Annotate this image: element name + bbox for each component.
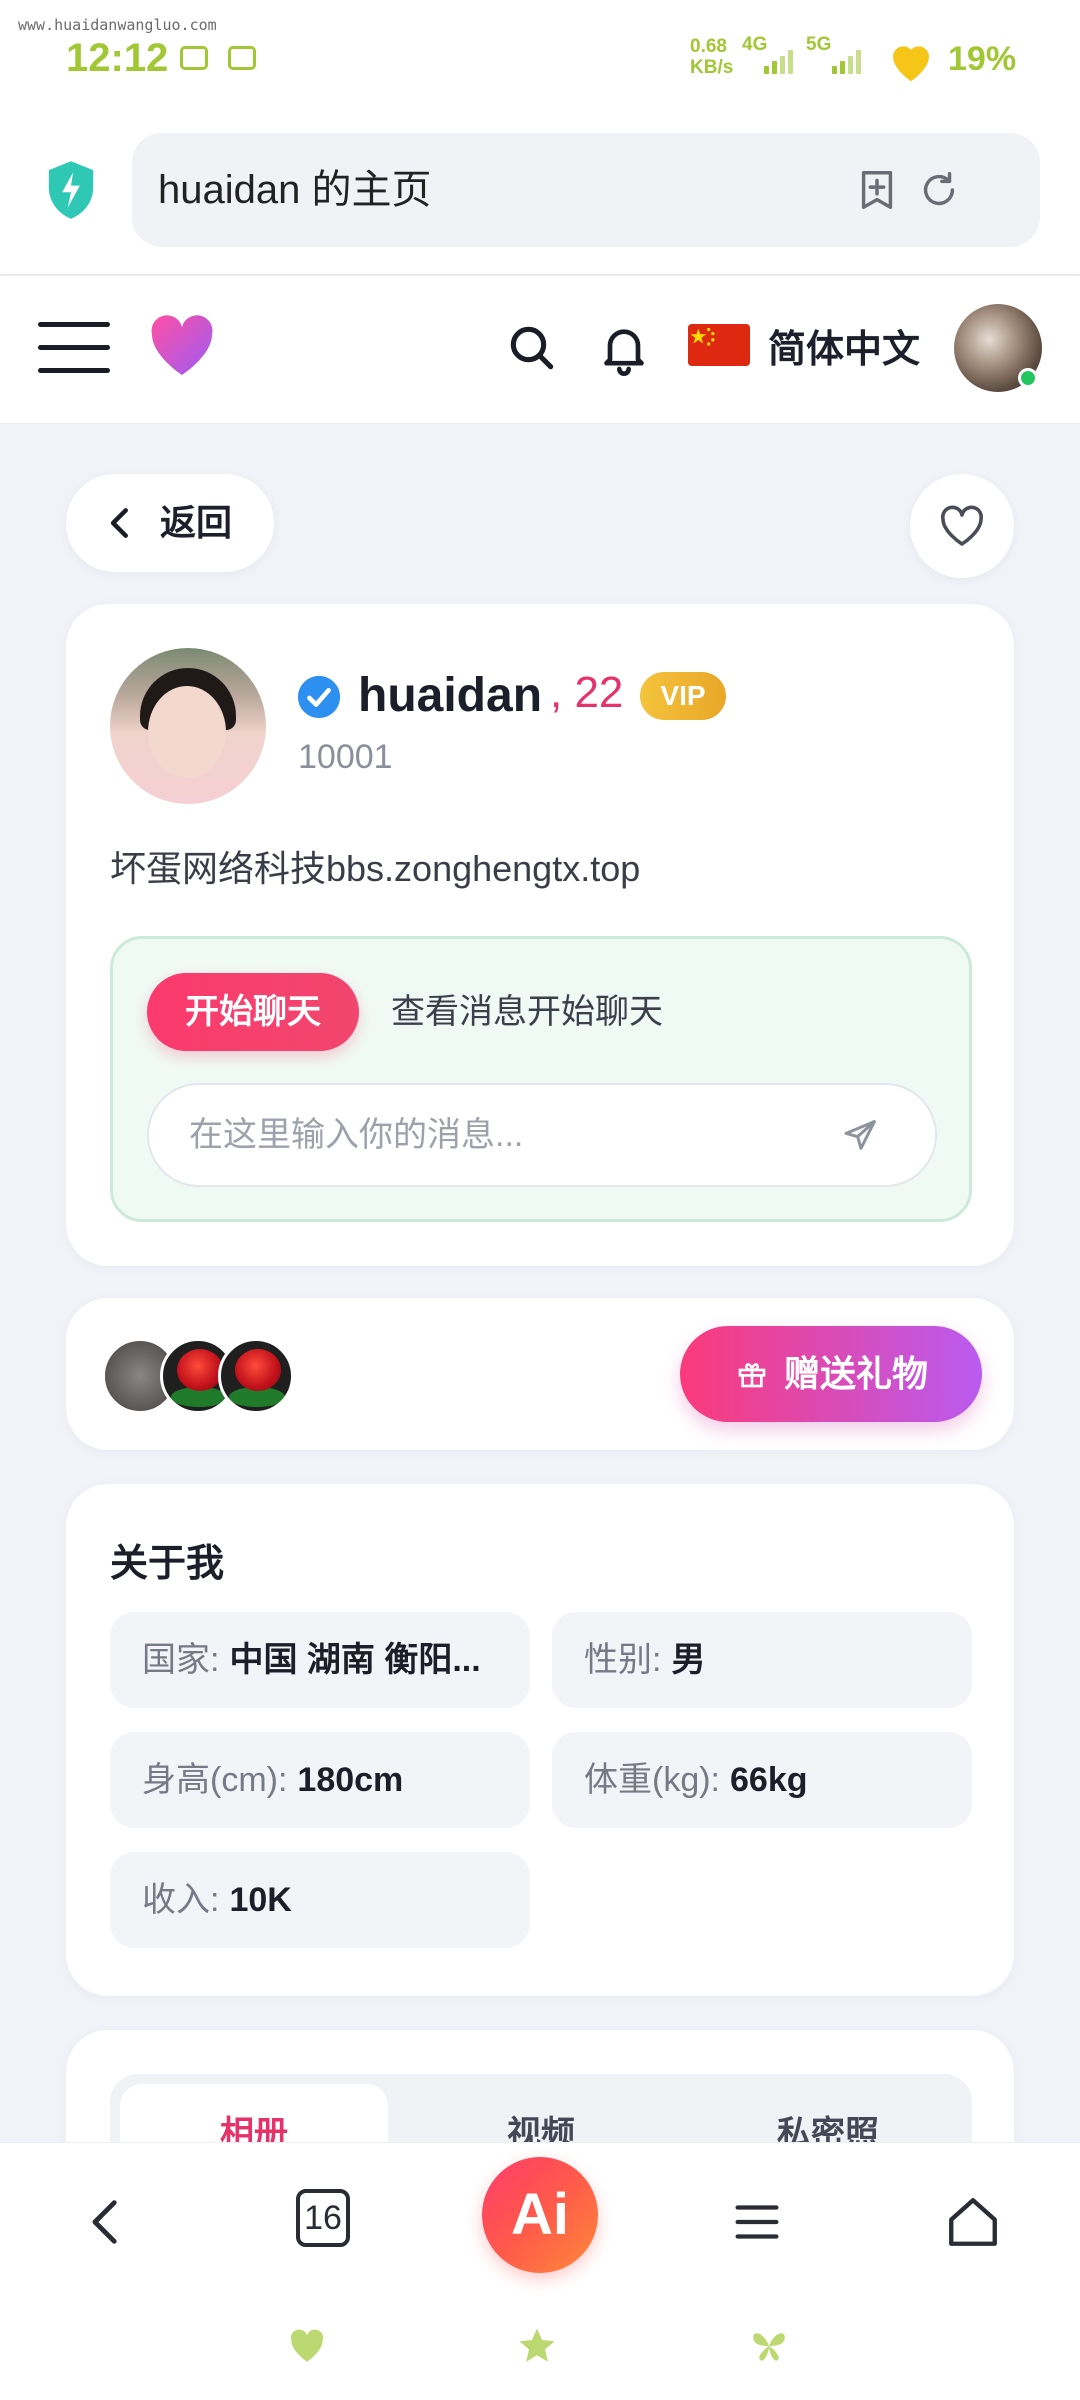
signal-icon	[764, 50, 793, 74]
network-speed-unit: KB/s	[690, 57, 734, 78]
profile-card: huaidan , 22 VIP 10001 坏蛋网络科技bbs.zonghen…	[66, 604, 1014, 1266]
profile-name: huaidan	[358, 669, 543, 722]
network-type-2: 5G	[806, 34, 832, 55]
china-flag-icon[interactable]	[688, 324, 750, 366]
signal-icon-2	[832, 50, 861, 74]
ai-assistant-icon[interactable]: Ai	[482, 2157, 598, 2273]
browser-bottom-nav: 16 Ai	[0, 2142, 1080, 2400]
info-value: 180cm	[297, 1761, 404, 1799]
info-value: 中国 湖南 衡阳...	[229, 1641, 481, 1679]
send-gift-label: 赠送礼物	[784, 1353, 929, 1394]
bell-icon[interactable]	[596, 320, 652, 376]
info-key: 收入:	[142, 1881, 220, 1919]
message-input-placeholder: 在这里输入你的消息...	[189, 1116, 524, 1154]
info-income: 收入: 10K	[110, 1852, 530, 1948]
refresh-icon[interactable]	[916, 167, 962, 213]
menu-icon[interactable]	[728, 2193, 786, 2251]
back-button[interactable]: 返回	[66, 474, 274, 572]
send-gift-button[interactable]: 赠送礼物	[680, 1326, 982, 1422]
chevron-left-icon	[110, 508, 128, 538]
heart-decoration-icon	[290, 2329, 324, 2362]
tabs-icon[interactable]: 16	[296, 2189, 350, 2247]
info-country: 国家: 中国 湖南 衡阳...	[110, 1612, 530, 1708]
info-key: 国家:	[142, 1641, 220, 1679]
shield-icon[interactable]	[44, 159, 98, 221]
browser-bar: huaidan 的主页	[0, 115, 1080, 275]
profile-bio: 坏蛋网络科技bbs.zonghengtx.top	[110, 848, 641, 889]
heart-outline-icon	[941, 505, 983, 546]
message-input[interactable]: 在这里输入你的消息...	[147, 1083, 937, 1187]
page-title[interactable]: huaidan 的主页	[158, 133, 431, 247]
info-key: 体重(kg):	[584, 1761, 720, 1799]
gift-card: 赠送礼物	[66, 1298, 1014, 1450]
vip-badge: VIP	[640, 672, 726, 720]
info-gender: 性别: 男	[552, 1612, 972, 1708]
status-bar: www.huaidanwangluo.com 12:12 0.68 KB/s 4…	[0, 0, 1080, 115]
add-bookmark-icon[interactable]	[854, 167, 900, 213]
heart-logo-icon[interactable]	[146, 312, 218, 378]
home-icon[interactable]	[944, 2193, 1002, 2251]
info-height: 身高(cm): 180cm	[110, 1732, 530, 1828]
profile-id: 10001	[298, 738, 393, 776]
profile-avatar[interactable]	[110, 648, 266, 804]
info-weight: 体重(kg): 66kg	[552, 1732, 972, 1828]
info-key: 身高(cm):	[142, 1761, 288, 1799]
star-decoration-icon	[519, 2328, 555, 2362]
rose-gift-icon[interactable]	[218, 1338, 294, 1414]
watermark: www.huaidanwangluo.com	[18, 16, 217, 34]
menu-icon[interactable]	[38, 322, 110, 374]
battery-heart-icon	[893, 46, 929, 82]
gift-sender-avatars[interactable]	[102, 1338, 302, 1414]
info-value: 10K	[229, 1881, 292, 1919]
favorite-button[interactable]	[910, 474, 1014, 578]
about-title: 关于我	[110, 1543, 225, 1585]
about-card: 关于我 国家: 中国 湖南 衡阳... 性别: 男 身高(cm): 180cm 体重(…	[66, 1484, 1014, 1996]
search-icon[interactable]	[504, 320, 560, 376]
info-value: 男	[671, 1641, 706, 1679]
send-icon[interactable]	[841, 1115, 881, 1155]
clock: 12:12	[66, 36, 169, 80]
start-chat-button[interactable]: 开始聊天	[147, 973, 359, 1051]
profile-age: , 22	[550, 668, 624, 717]
info-value: 66kg	[730, 1761, 808, 1799]
site-header: 简体中文	[0, 276, 1080, 424]
battery-level: 19%	[948, 40, 1017, 78]
back-arrow-icon[interactable]	[78, 2193, 136, 2251]
image-notification-icon	[180, 46, 208, 70]
online-status-dot	[1018, 368, 1038, 388]
verified-badge-icon	[297, 675, 341, 719]
address-bar[interactable]: huaidan 的主页	[132, 133, 1040, 247]
chat-panel: 开始聊天 查看消息开始聊天 在这里输入你的消息...	[110, 936, 972, 1222]
gift-icon	[738, 1363, 766, 1388]
back-button-label: 返回	[160, 502, 233, 543]
butterfly-decoration-icon	[753, 2333, 785, 2361]
home-notification-icon	[228, 46, 256, 70]
language-selector[interactable]: 简体中文	[768, 318, 920, 373]
chat-hint: 查看消息开始聊天	[391, 993, 663, 1031]
info-key: 性别:	[584, 1641, 662, 1679]
